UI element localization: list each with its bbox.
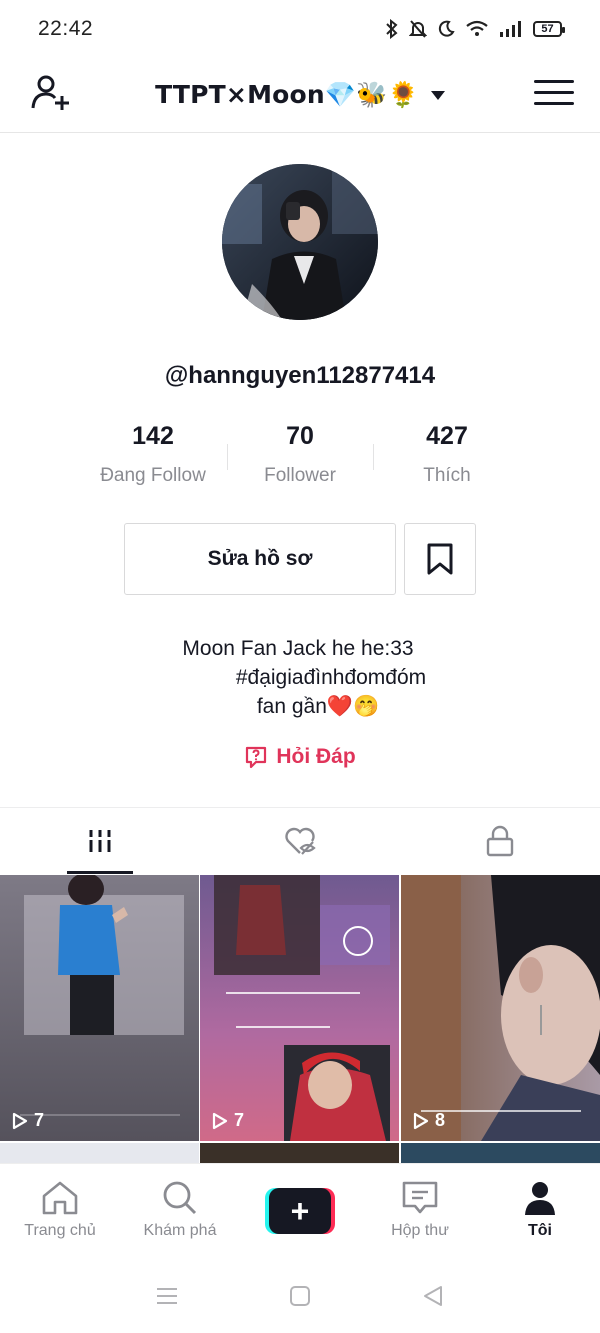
battery-icon: 57	[533, 21, 565, 37]
nav-create[interactable]: +	[240, 1164, 360, 1259]
profile-stats: 142 Đang Follow 70 Follower 427 Thích	[80, 422, 520, 487]
nav-profile[interactable]: Tôi	[480, 1164, 600, 1259]
hamburger-menu-icon[interactable]	[534, 72, 574, 112]
following-stat[interactable]: 142 Đang Follow	[80, 422, 226, 487]
video-views: 8	[413, 1110, 445, 1131]
avatar[interactable]	[222, 164, 378, 320]
tab-private[interactable]	[400, 808, 600, 874]
question-icon	[246, 746, 267, 769]
video-thumbnail[interactable]: 7	[200, 875, 399, 1141]
video-grid: 7 7 8	[0, 875, 600, 1165]
back-icon[interactable]	[421, 1284, 445, 1308]
grid-icon	[89, 830, 111, 852]
bell-off-icon	[409, 20, 427, 38]
profile-bio: Moon Fan Jack he he:33 #đạigiađìnhđomđóm…	[0, 634, 600, 721]
qa-label: Hỏi Đáp	[276, 745, 356, 768]
account-switcher[interactable]: TTPT×Moon💎🐝🌻	[155, 80, 445, 110]
wifi-icon	[466, 20, 488, 36]
signal-icon	[500, 21, 521, 37]
nav-label: Hộp thư	[391, 1222, 449, 1239]
plus-icon: +	[269, 1188, 331, 1234]
profile-handle: @hannguyen112877414	[164, 362, 436, 389]
search-icon	[163, 1181, 197, 1215]
home-square-icon[interactable]	[289, 1285, 311, 1307]
followers-stat[interactable]: 70 Follower	[227, 422, 373, 487]
view-count: 7	[34, 1110, 45, 1130]
add-user-button[interactable]	[28, 70, 74, 116]
following-label: Đang Follow	[100, 465, 206, 486]
system-nav-bar	[0, 1259, 600, 1333]
menu-icon[interactable]	[155, 1286, 179, 1306]
tab-liked[interactable]	[200, 808, 400, 874]
view-count: 8	[435, 1110, 446, 1130]
video-thumbnail[interactable]: 7	[0, 875, 199, 1141]
lock-icon	[486, 825, 514, 857]
profile-tabs	[0, 807, 600, 874]
play-icon	[12, 1112, 28, 1129]
video-thumbnail[interactable]	[401, 1143, 600, 1165]
nav-discover[interactable]: Khám phá	[120, 1164, 240, 1259]
bottom-nav: Trang chủ Khám phá + Hộp thư Tôi	[0, 1163, 600, 1259]
nav-home[interactable]: Trang chủ	[0, 1164, 120, 1259]
video-thumbnail[interactable]	[200, 1143, 399, 1165]
profile-header: TTPT×Moon💎🐝🌻	[0, 58, 600, 133]
bio-line: #đạigiađìnhđomđóm	[235, 666, 427, 689]
likes-stat[interactable]: 427 Thích	[374, 422, 520, 487]
status-time: 22:42	[38, 17, 94, 40]
bio-line: fan gần❤️🤭	[256, 695, 380, 718]
view-count: 7	[234, 1110, 245, 1130]
likes-count: 427	[426, 422, 468, 450]
video-thumbnail[interactable]: 8	[401, 875, 600, 1141]
video-views: 7	[12, 1110, 44, 1131]
home-icon	[42, 1181, 78, 1215]
inbox-icon	[402, 1181, 438, 1214]
edit-profile-button[interactable]: Sửa hồ sơ	[124, 523, 396, 595]
nav-label: Khám phá	[143, 1222, 217, 1239]
add-user-icon	[31, 75, 69, 110]
play-icon	[212, 1112, 228, 1129]
liked-hidden-icon	[285, 827, 316, 855]
favorites-button[interactable]	[404, 523, 476, 595]
followers-count: 70	[286, 422, 314, 450]
nav-label: Trang chủ	[24, 1222, 96, 1239]
play-icon	[413, 1112, 429, 1129]
profile-icon	[525, 1182, 555, 1215]
video-thumbnail[interactable]	[0, 1143, 199, 1165]
qa-button[interactable]: Hỏi Đáp	[0, 745, 600, 769]
bookmark-icon	[427, 543, 453, 575]
video-views: 7	[212, 1110, 244, 1131]
chevron-down-icon	[430, 90, 445, 100]
nav-label: Tôi	[528, 1222, 552, 1239]
moon-icon	[438, 20, 455, 37]
status-icons: 57	[385, 19, 565, 39]
followers-label: Follower	[264, 465, 336, 486]
account-username: TTPT×Moon💎🐝🌻	[155, 80, 419, 109]
nav-inbox[interactable]: Hộp thư	[360, 1164, 480, 1259]
status-bar: 22:42 57	[0, 0, 600, 58]
bio-line: Moon Fan Jack he he:33	[182, 637, 414, 660]
bluetooth-icon	[386, 19, 398, 39]
tab-videos[interactable]	[0, 808, 200, 874]
following-count: 142	[132, 422, 174, 450]
create-button: +	[265, 1188, 335, 1234]
likes-label: Thích	[423, 465, 471, 486]
